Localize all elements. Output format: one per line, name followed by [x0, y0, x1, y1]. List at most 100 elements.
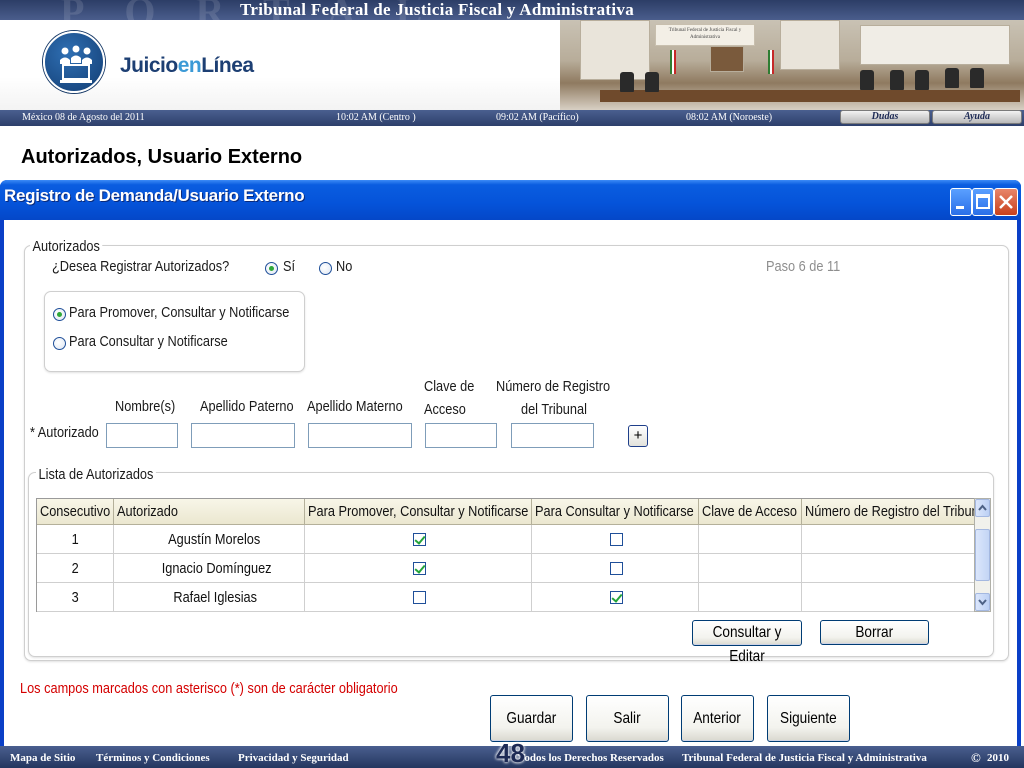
- table-row-3-autorizado[interactable]: Rafael Iglesias: [114, 583, 305, 612]
- add-autorizado-button[interactable]: +: [628, 425, 648, 447]
- time-centro: 10:02 AM (Centro ): [336, 112, 416, 123]
- photo-wall-panel: [860, 25, 1010, 65]
- required-fields-note: Los campos marcados con asterisco (*) so…: [20, 680, 398, 697]
- button-label: Consultar y Editar: [712, 624, 782, 665]
- copyright-icon: ©: [971, 750, 981, 765]
- photo-flag: [768, 50, 774, 74]
- table-row-1-registro[interactable]: [802, 525, 979, 554]
- table-row-1-consultar: [532, 525, 699, 554]
- table-row-2-clave[interactable]: [699, 554, 802, 583]
- radio-consultar[interactable]: [53, 337, 66, 350]
- table-row-3-registro[interactable]: [802, 583, 979, 612]
- salir-button[interactable]: Salir: [586, 695, 669, 742]
- photo-wall-panel: [580, 20, 650, 80]
- scroll-up-button[interactable]: [975, 499, 990, 517]
- table-header-clave[interactable]: Clave de Acceso: [699, 499, 802, 525]
- radio-promover[interactable]: [53, 308, 66, 321]
- window-title: Registro de Demanda/Usuario Externo: [4, 186, 305, 205]
- table-row-2-promover: [305, 554, 532, 583]
- nombre-input[interactable]: [106, 423, 178, 448]
- footer-terms-link[interactable]: Términos y Condiciones: [96, 752, 210, 764]
- maximize-icon: [976, 194, 990, 209]
- photo-chair: [970, 68, 984, 88]
- current-date: México 08 de Agosto del 2011: [22, 112, 145, 123]
- footer-site-map-link[interactable]: Mapa de Sitio: [10, 752, 75, 764]
- chevron-up-icon: [978, 504, 987, 511]
- checkbox-consultar-3[interactable]: [610, 591, 623, 604]
- autorizados-legend: Autorizados: [30, 238, 103, 255]
- table-row-2-autorizado[interactable]: Ignacio Domínguez: [114, 554, 305, 583]
- minimize-button[interactable]: [950, 188, 972, 216]
- consultar-editar-button[interactable]: Consultar y Editar: [692, 620, 802, 665]
- col-label-registro-2: del Tribunal: [521, 401, 587, 418]
- clave-acceso-input[interactable]: [425, 423, 497, 448]
- footer-privacy-link[interactable]: Privacidad y Seguridad: [238, 752, 349, 764]
- photo-chair: [945, 68, 959, 88]
- photo-sign: Tribunal Federal de Justicia Fiscal y Ad…: [655, 24, 755, 46]
- time-pacifico: 09:02 AM (Pacífico): [496, 112, 579, 123]
- col-label-clave-1: Clave de: [424, 378, 475, 395]
- cell-text: Rafael Iglesias: [173, 589, 258, 606]
- table-row-1-autorizado[interactable]: Agustín Morelos: [114, 525, 305, 554]
- siguiente-button[interactable]: Siguiente: [767, 695, 850, 742]
- cell-text: 2: [71, 560, 79, 577]
- radio-no[interactable]: [319, 262, 332, 275]
- close-button[interactable]: [994, 188, 1018, 216]
- cell-text: 1: [71, 531, 79, 548]
- table-row-3-consecutivo[interactable]: 3: [37, 583, 114, 612]
- scroll-thumb[interactable]: [975, 529, 990, 581]
- table-header-consecutivo[interactable]: Consecutivo: [37, 499, 114, 525]
- table-header-consultar[interactable]: Para Consultar y Notificarse: [532, 499, 699, 525]
- photo-chair: [645, 72, 659, 92]
- header-text: Para Consultar y Notificarse: [535, 503, 694, 520]
- ayuda-button[interactable]: Ayuda: [932, 110, 1022, 124]
- header-text: Para Promover, Consultar y Notificarse: [308, 503, 529, 520]
- photo-desk: [600, 90, 1020, 102]
- window-titlebar[interactable]: Registro de Demanda/Usuario Externo: [0, 180, 1021, 220]
- col-label-materno: Apellido Materno: [307, 398, 403, 415]
- checkbox-consultar-1[interactable]: [610, 533, 623, 546]
- slide-number: 48: [496, 738, 525, 768]
- checkbox-promover-2[interactable]: [413, 562, 426, 575]
- checkbox-promover-1[interactable]: [413, 533, 426, 546]
- radio-promover-label: Para Promover, Consultar y Notificarse: [69, 304, 290, 321]
- banner-title: Tribunal Federal de Justicia Fiscal y Ad…: [240, 0, 635, 19]
- window-client-area: Autorizados ¿Desea Registrar Autorizados…: [4, 220, 1017, 746]
- borrar-button[interactable]: Borrar: [820, 620, 929, 645]
- apellido-materno-input[interactable]: [308, 423, 412, 448]
- table-header-autorizado[interactable]: Autorizado: [114, 499, 305, 525]
- header-text: Consecutivo: [40, 503, 111, 520]
- chevron-down-icon: [978, 599, 987, 606]
- logo-text-linea: Línea: [201, 54, 254, 77]
- footer-year: 2010: [987, 752, 1009, 764]
- checkbox-consultar-2[interactable]: [610, 562, 623, 575]
- apellido-paterno-input[interactable]: [191, 423, 295, 448]
- table-row-1-consecutivo[interactable]: 1: [37, 525, 114, 554]
- autorizado-row-label: * Autorizado: [30, 424, 99, 441]
- register-question: ¿Desea Registrar Autorizados?: [52, 258, 230, 275]
- col-label-registro-1: Número de Registro: [496, 378, 611, 395]
- time-noroeste: 08:02 AM (Noroeste): [686, 112, 773, 123]
- table-header-registro[interactable]: Número de Registro del Tribunal: [802, 499, 979, 525]
- checkbox-promover-3[interactable]: [413, 591, 426, 604]
- anterior-button[interactable]: Anterior: [681, 695, 754, 742]
- table-row-2-consecutivo[interactable]: 2: [37, 554, 114, 583]
- table-row-2-registro[interactable]: [802, 554, 979, 583]
- scroll-down-button[interactable]: [975, 593, 990, 611]
- radio-yes[interactable]: [265, 262, 278, 275]
- table-scrollbar[interactable]: [974, 498, 991, 612]
- radio-yes-label: Sí: [283, 258, 296, 275]
- table-row-1-clave[interactable]: [699, 525, 802, 554]
- dudas-button[interactable]: Dudas: [840, 110, 930, 124]
- logo-text-juicio: Juicio: [120, 54, 178, 77]
- numero-registro-input[interactable]: [511, 423, 594, 448]
- photo-chair: [860, 70, 874, 90]
- juicio-en-linea-logo: [43, 31, 105, 93]
- guardar-button[interactable]: Guardar: [490, 695, 573, 742]
- table-row-3-consultar: [532, 583, 699, 612]
- button-label: Guardar: [506, 710, 557, 727]
- table-header-promover[interactable]: Para Promover, Consultar y Notificarse: [305, 499, 532, 525]
- photo-portrait: [710, 46, 744, 72]
- table-row-3-clave[interactable]: [699, 583, 802, 612]
- maximize-button[interactable]: [972, 188, 994, 216]
